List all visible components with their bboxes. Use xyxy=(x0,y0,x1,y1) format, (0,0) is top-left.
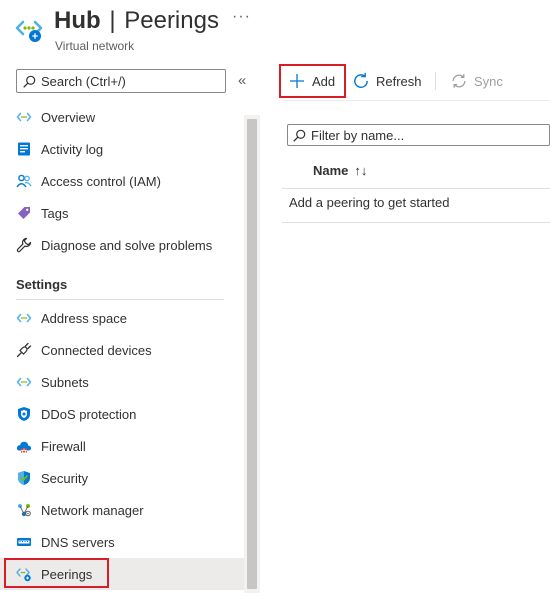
collapse-menu-button[interactable]: « xyxy=(238,72,246,89)
security-shield-icon xyxy=(16,470,32,486)
search-icon xyxy=(23,75,36,88)
sidebar-item-label: Peerings xyxy=(41,566,93,582)
add-button[interactable]: Add xyxy=(288,70,335,92)
vnet-icon xyxy=(16,310,32,326)
row-divider xyxy=(282,222,550,223)
sidebar-item-dns-servers[interactable]: DNS servers xyxy=(0,526,244,558)
page-title: Hub | Peerings xyxy=(54,7,219,35)
sidebar-item-network-manager[interactable]: Network manager xyxy=(0,494,244,526)
more-options-button[interactable]: ··· xyxy=(232,8,251,26)
sidebar-item-access-control[interactable]: Access control (IAM) xyxy=(0,165,244,197)
filter-box[interactable] xyxy=(287,124,550,146)
sidebar-item-tags[interactable]: Tags xyxy=(0,197,244,229)
sidebar-item-address-space[interactable]: Address space xyxy=(0,302,244,334)
firewall-cloud-icon xyxy=(16,438,32,454)
sidebar-item-label: Access control (IAM) xyxy=(41,173,161,189)
wrench-icon xyxy=(16,237,32,253)
sidebar-scrollbar[interactable] xyxy=(244,115,260,593)
sidebar-item-label: Diagnose and solve problems xyxy=(41,237,213,253)
scrollbar-thumb[interactable] xyxy=(247,119,257,589)
sync-label: Sync xyxy=(474,73,503,89)
sidebar-item-ddos-protection[interactable]: DDoS protection xyxy=(0,398,244,430)
menu-search-box[interactable] xyxy=(16,69,226,93)
page-name: Peerings xyxy=(124,7,219,34)
empty-state-message: Add a peering to get started xyxy=(289,195,450,210)
title-separator: | xyxy=(109,7,116,34)
page-subtitle: Virtual network xyxy=(55,39,135,53)
sidebar-item-label: Firewall xyxy=(41,438,86,454)
refresh-icon xyxy=(352,72,370,90)
sidebar-item-diagnose[interactable]: Diagnose and solve problems xyxy=(0,229,244,261)
filter-input[interactable] xyxy=(311,127,541,143)
sidebar-item-label: Tags xyxy=(41,205,69,221)
tag-icon xyxy=(16,205,32,221)
sidebar-item-label: Security xyxy=(41,470,88,486)
column-header-label: Name xyxy=(313,163,349,178)
menu-search-input[interactable] xyxy=(41,73,211,89)
resource-name: Hub xyxy=(54,7,101,34)
sync-icon xyxy=(450,72,468,90)
sidebar-item-peerings[interactable]: Peerings xyxy=(0,558,244,590)
command-bar: Add Refresh Sync xyxy=(260,60,550,100)
sidebar-item-subnets[interactable]: Subnets xyxy=(0,366,244,398)
sidebar-item-label: DDoS protection xyxy=(41,406,137,422)
network-manager-icon xyxy=(16,502,32,518)
dns-icon xyxy=(16,534,32,550)
peerings-icon xyxy=(16,566,32,582)
settings-section-heading: Settings xyxy=(16,277,68,292)
plus-icon xyxy=(288,72,306,90)
sidebar-item-overview[interactable]: Overview xyxy=(0,101,244,133)
sync-button[interactable]: Sync xyxy=(450,70,503,92)
sort-icon: ↑↓ xyxy=(354,163,368,178)
sidebar-item-firewall[interactable]: Firewall xyxy=(0,430,244,462)
sidebar-item-activity-log[interactable]: Activity log xyxy=(0,133,244,165)
search-icon xyxy=(293,129,306,142)
refresh-button[interactable]: Refresh xyxy=(352,70,422,92)
virtual-network-icon xyxy=(15,20,43,42)
header-divider xyxy=(282,188,550,189)
refresh-label: Refresh xyxy=(376,73,422,89)
toolbar-separator xyxy=(435,72,436,90)
vnet-icon xyxy=(16,374,32,390)
people-icon xyxy=(16,173,32,189)
sidebar-item-label: Network manager xyxy=(41,502,144,518)
sidebar-item-label: Activity log xyxy=(41,141,104,157)
plug-icon xyxy=(16,342,32,358)
sidebar-item-label: Address space xyxy=(41,310,127,326)
column-header-name[interactable]: Name ↑↓ xyxy=(313,163,367,178)
shield-icon xyxy=(16,406,32,422)
activity-log-icon xyxy=(16,141,32,157)
sidebar-item-label: Overview xyxy=(41,109,96,125)
sidebar-item-security[interactable]: Security xyxy=(0,462,244,494)
sidebar-item-label: DNS servers xyxy=(41,534,115,550)
settings-divider xyxy=(16,299,224,300)
sidebar-item-label: Subnets xyxy=(41,374,89,390)
sidebar-item-label: Connected devices xyxy=(41,342,152,358)
vnet-icon xyxy=(16,109,32,125)
sidebar-item-connected-devices[interactable]: Connected devices xyxy=(0,334,244,366)
toolbar-divider xyxy=(282,100,550,101)
add-label: Add xyxy=(312,73,336,89)
page-header: Hub | Peerings Virtual network ··· xyxy=(0,0,550,60)
